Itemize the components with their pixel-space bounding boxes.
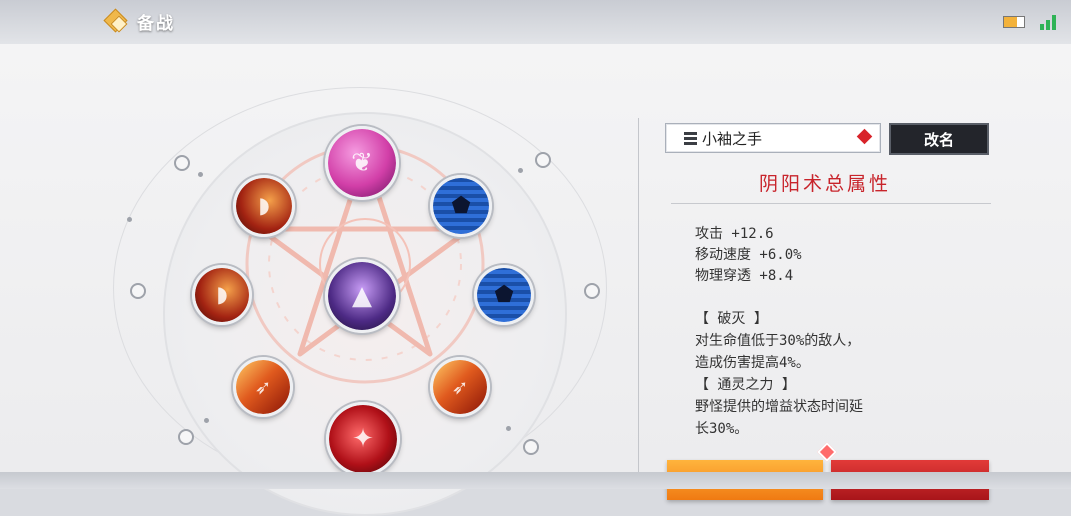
witch-hat-icon: ▲ — [352, 281, 372, 311]
stat-attack: 攻击 +12.6 — [695, 226, 774, 242]
effect-line: 【 破灭 】 — [695, 311, 768, 327]
slot-lower-right[interactable]: ➶ — [430, 357, 490, 417]
slot-top[interactable]: ❦ — [325, 126, 399, 200]
signal-icon — [1040, 14, 1056, 30]
slot-center[interactable]: ▲ — [325, 259, 399, 333]
ornament-icon — [535, 152, 551, 168]
slot-bottom[interactable]: ✦ — [326, 402, 400, 476]
blue-boot-icon: ⬟ — [494, 282, 514, 308]
ornament-icon — [584, 283, 600, 299]
divider — [671, 203, 991, 204]
attributes-title: 阴阳术总属性 — [758, 173, 891, 195]
page-title: 备战 — [137, 14, 175, 34]
ornament-icon — [178, 429, 194, 445]
red-blade-icon: ➶ — [254, 375, 272, 399]
stat-physical-pen: 物理穿透 +8.4 — [695, 268, 794, 284]
main-area: ❦ ▲ ◗ ⬟ ◗ ⬟ ➶ ➶ ✦ 小袖之手 改名 阴阳术总属性 攻击 +12.… — [0, 44, 1071, 516]
ornament-icon — [523, 439, 539, 455]
crimson-claw-icon: ✦ — [352, 424, 374, 454]
top-bar: 备战 — [0, 0, 1071, 45]
effect-line: 造成伤害提高4%。 — [695, 355, 810, 371]
effects-description: 【 破灭 】 对生命值低于30%的敌人， 造成伤害提高4%。 【 通灵之力 】 … — [695, 308, 955, 438]
bottom-strip — [0, 472, 1071, 489]
config-name-text: 小袖之手 — [702, 129, 763, 148]
slot-lower-left[interactable]: ➶ — [233, 357, 293, 417]
divider-vertical — [638, 118, 639, 488]
diamond-logo-icon — [103, 7, 129, 34]
attribute-panel: 小袖之手 改名 阴阳术总属性 攻击 +12.6 移动速度 +6.0% 物理穿透 … — [638, 118, 1038, 500]
slot-mid-left[interactable]: ◗ — [192, 265, 252, 325]
slot-upper-right[interactable]: ⬟ — [430, 175, 492, 237]
slot-upper-left[interactable]: ◗ — [233, 175, 295, 237]
rename-button[interactable]: 改名 — [889, 123, 989, 155]
rune-ring: ❦ ▲ ◗ ⬟ ◗ ⬟ ➶ ➶ ✦ — [113, 87, 607, 516]
stats-list: 攻击 +12.6 移动速度 +6.0% 物理穿透 +8.4 — [695, 224, 802, 287]
battery-icon — [1003, 16, 1025, 28]
ornament-icon — [130, 283, 146, 299]
effect-line: 【 通灵之力 】 — [695, 377, 796, 393]
red-scroll-icon: ◗ — [216, 282, 228, 308]
menu-icon[interactable] — [684, 131, 697, 145]
ornament-icon — [174, 155, 190, 171]
header: 备战 — [103, 7, 175, 34]
effect-line: 长30%。 — [695, 421, 749, 437]
config-name-field[interactable]: 小袖之手 — [665, 123, 881, 153]
effect-line: 对生命值低于30%的敌人， — [695, 333, 861, 349]
red-scroll-icon: ◗ — [258, 193, 270, 219]
slot-mid-right[interactable]: ⬟ — [474, 265, 534, 325]
butterfly-icon: ❦ — [351, 148, 373, 178]
effect-line: 野怪提供的增益状态时间延 — [695, 399, 863, 415]
blue-boot-icon: ⬟ — [451, 193, 471, 219]
edit-icon[interactable] — [856, 128, 873, 145]
red-blade-icon: ➶ — [451, 375, 469, 399]
diamond-icon — [817, 442, 837, 462]
stat-move-speed: 移动速度 +6.0% — [695, 247, 802, 263]
